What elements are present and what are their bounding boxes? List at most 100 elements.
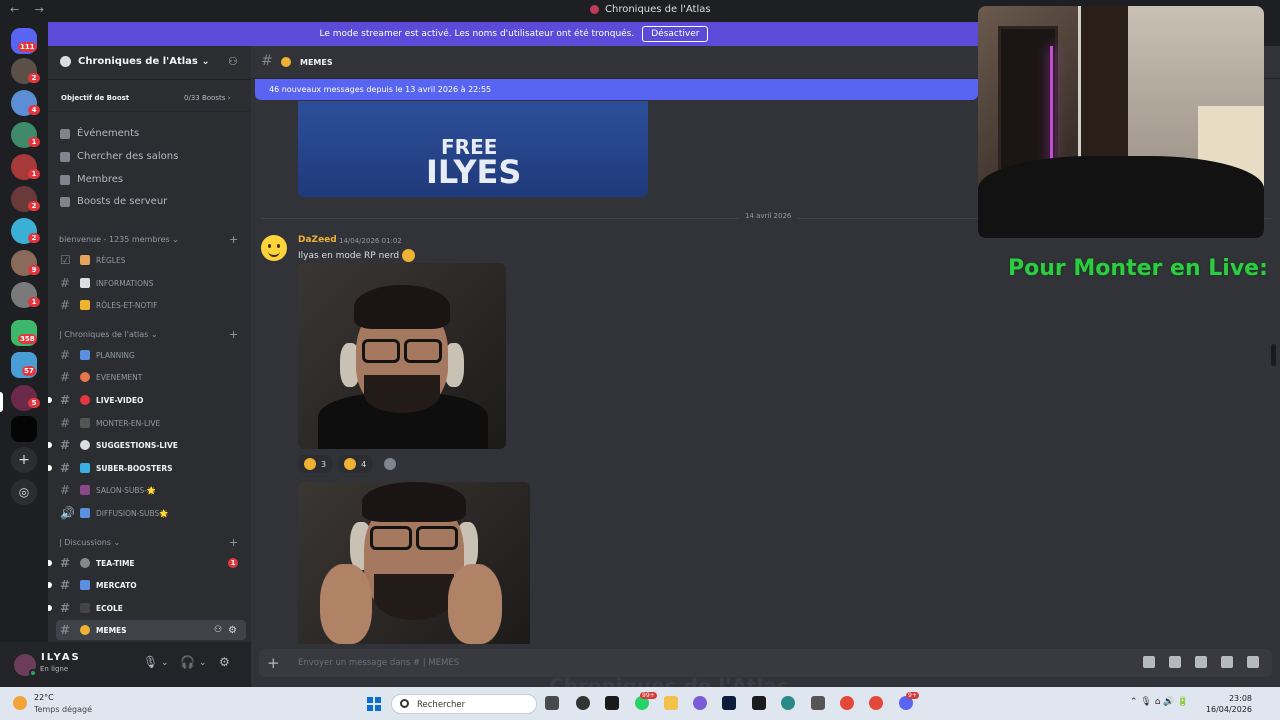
channel-evenement[interactable]: # EVENEMENT bbox=[56, 367, 246, 387]
edge-icon[interactable] bbox=[781, 696, 795, 710]
hash-icon: # bbox=[60, 438, 71, 452]
channel-salon-subs[interactable]: # SALON-SUBS-🌟 bbox=[56, 480, 246, 500]
create-channel-icon[interactable]: + bbox=[229, 536, 238, 549]
composer-placeholder: Envoyer un message dans # | MEMES bbox=[298, 658, 460, 668]
meme-photo-2[interactable] bbox=[298, 482, 530, 644]
microphone-icon[interactable]: 🎙 bbox=[143, 655, 158, 669]
windows-start-icon[interactable] bbox=[367, 697, 381, 711]
create-channel-icon[interactable]: + bbox=[229, 233, 238, 246]
gear-icon[interactable]: ⚙ bbox=[228, 625, 237, 636]
weather-temp[interactable]: 22°C bbox=[34, 693, 54, 702]
clock-date[interactable]: 16/04/2026 bbox=[1196, 705, 1252, 714]
channel-suggestions-live[interactable]: # SUGGESTIONS-LIVE bbox=[48, 435, 246, 455]
taskbar: 22°C Temps dégagé Rechercher 99+ 9+ ⌃ 🎙 … bbox=[0, 687, 1280, 720]
hash-icon: # bbox=[60, 348, 71, 362]
hash-icon: # bbox=[60, 578, 71, 592]
meme-photo-1[interactable] bbox=[298, 263, 506, 449]
channel-suber-boosters[interactable]: # SUBER-BOOSTERS bbox=[48, 458, 246, 478]
chrome-icon[interactable] bbox=[840, 696, 854, 710]
chrome-icon[interactable] bbox=[869, 696, 883, 710]
emoji-icon[interactable] bbox=[1221, 656, 1233, 668]
file-explorer-icon[interactable] bbox=[664, 696, 678, 710]
author-avatar[interactable] bbox=[261, 235, 287, 261]
photoshop-icon[interactable] bbox=[722, 696, 736, 710]
app-icon[interactable] bbox=[576, 696, 590, 710]
channel-memes[interactable]: # MEMES ⚇ ⚙ bbox=[56, 620, 246, 640]
beard-shape bbox=[364, 375, 440, 413]
channel-live-video[interactable]: # LIVE-VIDEO bbox=[48, 390, 246, 410]
channel-diffusion-subs[interactable]: 🔊 DIFFUSION-SUBS🌟 bbox=[56, 503, 246, 523]
create-channel-icon[interactable]: + bbox=[229, 328, 238, 341]
discover-icon[interactable]: ◎ bbox=[11, 479, 37, 505]
invite-people-icon[interactable]: ⚇ bbox=[228, 55, 238, 68]
category-chroniques[interactable]: | Chroniques de l'atlas ⌄ + bbox=[59, 328, 238, 341]
app-icon[interactable] bbox=[752, 696, 766, 710]
calendar-icon bbox=[60, 128, 70, 139]
task-view-icon[interactable] bbox=[545, 696, 559, 710]
copilot-icon[interactable] bbox=[693, 696, 707, 710]
weather-icon[interactable] bbox=[13, 696, 27, 710]
hand-shape bbox=[320, 564, 372, 644]
reaction-nerd[interactable]: 4 bbox=[338, 455, 373, 473]
taskbar-search[interactable]: Rechercher bbox=[391, 694, 537, 714]
unread-indicator bbox=[48, 442, 52, 448]
channel-rules[interactable]: ☑ RÈGLES bbox=[56, 250, 246, 270]
hash-icon: # bbox=[60, 276, 71, 290]
server-name[interactable]: Chroniques de l'Atlas ⌄ bbox=[78, 56, 210, 67]
channel-roles-et-notif[interactable]: # RÔLES-ET-NOTIF bbox=[56, 295, 246, 315]
browse-channels-item[interactable]: Chercher des salons bbox=[60, 151, 178, 162]
category-discussions[interactable]: | Discussions ⌄ + bbox=[59, 536, 238, 549]
channel-mercato[interactable]: # MERCATO bbox=[48, 575, 246, 595]
back-forward-arrows[interactable]: ← → bbox=[10, 3, 50, 16]
headphones-icon[interactable]: 🎧 bbox=[180, 655, 195, 669]
disable-streamer-button[interactable]: Désactiver bbox=[642, 26, 709, 42]
username[interactable]: ILYAS bbox=[41, 652, 81, 663]
chat-scrollbar[interactable] bbox=[1271, 344, 1276, 366]
sticker-icon[interactable] bbox=[1195, 656, 1207, 668]
message-text: Ilyas en mode RP nerd bbox=[298, 249, 416, 262]
app-icon[interactable] bbox=[605, 696, 619, 710]
apps-icon[interactable] bbox=[1247, 656, 1259, 668]
clock-time[interactable]: 23:08 bbox=[1210, 694, 1252, 703]
hair-shape bbox=[354, 285, 450, 329]
selected-server-pill bbox=[0, 392, 3, 412]
channel-planning[interactable]: # PLANNING bbox=[56, 345, 246, 365]
gift-icon[interactable] bbox=[1143, 656, 1155, 668]
free-ilyes-image[interactable]: FREE ILYES bbox=[298, 101, 648, 197]
boost-goal[interactable]: Objectif de Boost 0/33 Boosts › bbox=[48, 82, 251, 112]
add-server-icon[interactable]: + bbox=[11, 447, 37, 473]
message-author[interactable]: DaZeed bbox=[298, 235, 337, 245]
members-item[interactable]: Membres bbox=[60, 174, 123, 185]
server-header[interactable]: Chroniques de l'Atlas ⌄ ⚇ bbox=[48, 46, 251, 80]
events-item[interactable]: Événements bbox=[60, 128, 139, 139]
user-settings-gear-icon[interactable]: ⚙ bbox=[219, 655, 230, 669]
invite-icon[interactable]: ⚇ bbox=[214, 625, 222, 635]
new-messages-bar[interactable]: 46 nouveaux messages depuis le 13 avril … bbox=[255, 79, 978, 100]
server-icon[interactable] bbox=[11, 416, 37, 442]
upload-plus-icon[interactable]: + bbox=[267, 654, 280, 672]
hand-shape bbox=[448, 564, 502, 644]
chevron-down-icon[interactable]: ⌄ bbox=[199, 658, 207, 668]
app-icon[interactable] bbox=[811, 696, 825, 710]
screen-emoji-icon bbox=[80, 508, 90, 518]
user-status: En ligne bbox=[40, 665, 69, 673]
channel-ecole[interactable]: # ECOLE bbox=[48, 598, 246, 618]
channel-tea-time[interactable]: # TEA-TIME 1 bbox=[48, 553, 246, 573]
message-composer[interactable]: + Envoyer un message dans # | MEMES bbox=[259, 649, 1272, 677]
search-icon bbox=[400, 699, 409, 708]
server-badge: 1 bbox=[28, 137, 40, 147]
gif-icon[interactable] bbox=[1169, 656, 1181, 668]
mention-badge: 1 bbox=[228, 558, 238, 568]
channel-informations[interactable]: # INFORMATIONS bbox=[56, 273, 246, 293]
channel-monter-en-live[interactable]: # MONTER-EN-LIVE bbox=[56, 413, 246, 433]
checkbox-icon: ☑ bbox=[60, 253, 71, 267]
chevron-down-icon[interactable]: ⌄ bbox=[161, 658, 169, 668]
server-badge: 1 bbox=[28, 297, 40, 307]
image-text-ilyes: ILYES bbox=[426, 153, 522, 191]
add-reaction-button[interactable] bbox=[378, 455, 402, 473]
weather-condition[interactable]: Temps dégagé bbox=[34, 705, 92, 714]
server-boosts-item[interactable]: Boosts de serveur bbox=[60, 196, 167, 207]
system-tray-icons[interactable]: ⌃ 🎙 ⌂ 🔊 🔋 bbox=[1130, 697, 1189, 707]
category-welcome[interactable]: bienvenue - 1235 membres ⌄ + bbox=[59, 233, 238, 246]
reaction-laugh[interactable]: 3 bbox=[298, 455, 333, 473]
